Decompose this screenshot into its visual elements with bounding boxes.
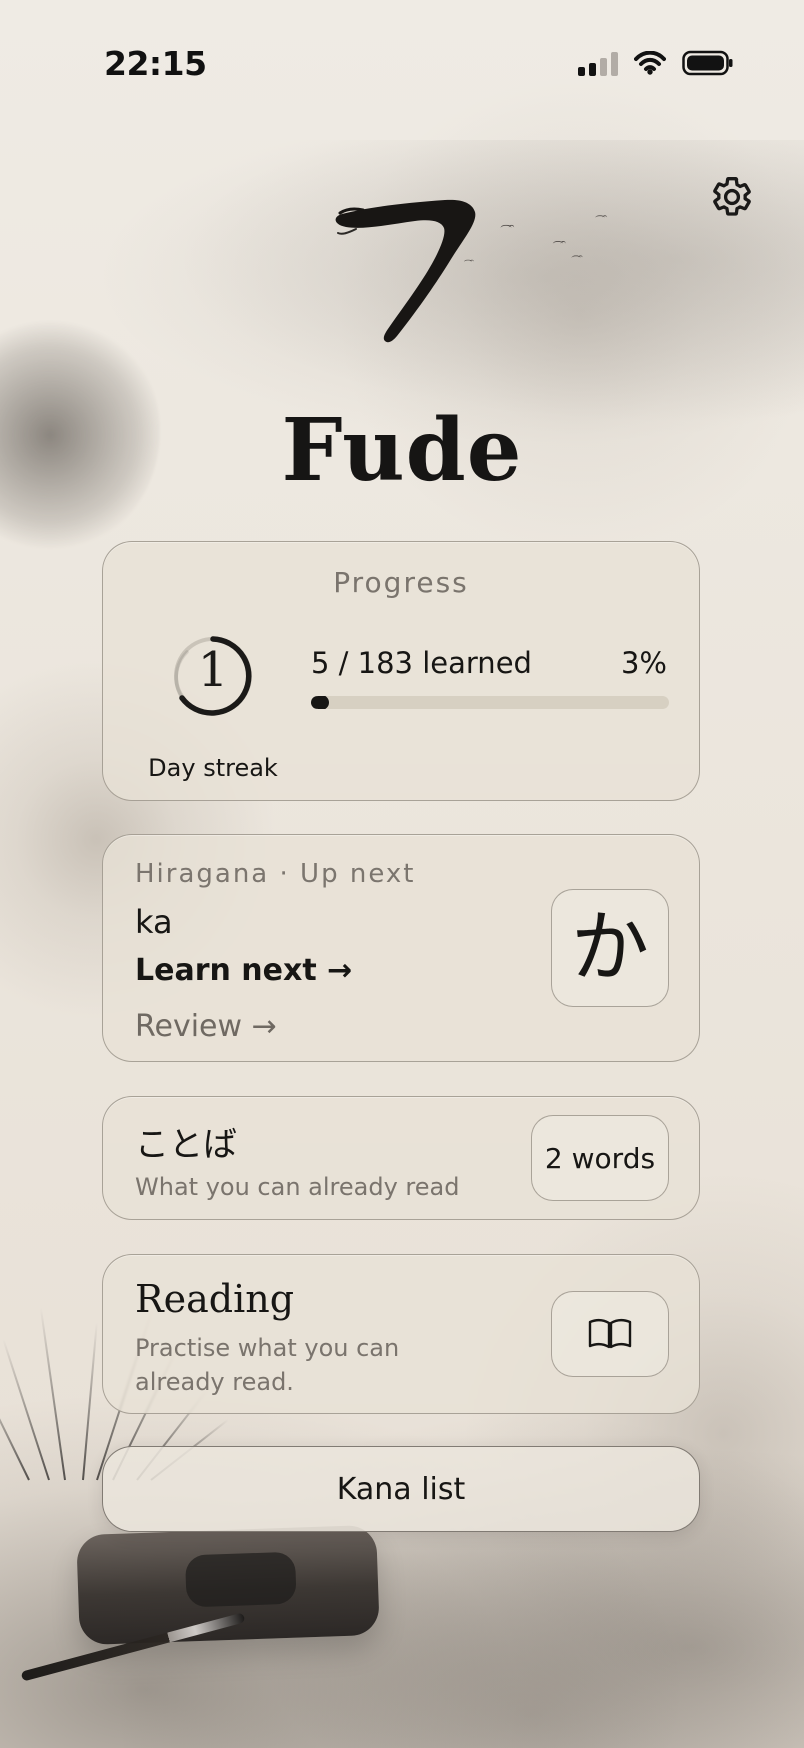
home-screen: 22:15 Fude Progress 1 Day streak 5 / 183… — [0, 0, 804, 1748]
brush-decoration — [20, 1612, 246, 1682]
bird-icon — [571, 255, 581, 260]
up-next-romaji: ka — [135, 903, 173, 941]
learned-count: 5 / 183 learned — [311, 646, 532, 680]
words-count-badge[interactable]: 2 words — [531, 1115, 669, 1201]
bird-icon — [500, 224, 512, 232]
learned-percent: 3% — [620, 646, 667, 680]
cellular-signal-icon — [578, 50, 618, 76]
bird-icon — [595, 215, 605, 221]
app-title: Fude — [281, 400, 523, 501]
learn-next-link[interactable]: Learn next → — [135, 953, 352, 988]
review-link[interactable]: Review → — [135, 1009, 277, 1044]
progress-card: Progress 1 Day streak 5 / 183 learned 3% — [102, 541, 700, 801]
streak-label: Day streak — [148, 754, 278, 782]
reading-card[interactable]: Reading Practise what you can already re… — [102, 1254, 700, 1414]
reading-subtitle: Practise what you can already read. — [135, 1334, 400, 1396]
up-next-character: か — [570, 903, 649, 993]
wifi-icon — [634, 51, 666, 75]
words-subtitle: What you can already read — [135, 1173, 460, 1201]
words-card[interactable]: ことば What you can already read 2 words — [102, 1096, 700, 1220]
inkstone-decoration — [76, 1524, 380, 1646]
battery-icon — [682, 50, 734, 76]
up-next-card[interactable]: Hiragana · Up next ka Learn next → Revie… — [102, 834, 700, 1062]
reading-book-button[interactable] — [551, 1291, 669, 1377]
settings-button[interactable] — [706, 171, 758, 223]
up-next-character-box[interactable]: か — [551, 889, 669, 1007]
progress-heading: Progress — [333, 566, 469, 599]
streak-number: 1 — [197, 642, 229, 698]
reading-title: Reading — [135, 1277, 295, 1321]
words-title: ことば — [135, 1125, 237, 1165]
status-time: 22:15 — [104, 44, 207, 83]
kana-list-button[interactable]: Kana list — [102, 1446, 700, 1532]
gear-icon — [713, 177, 751, 216]
status-icons — [578, 50, 734, 76]
open-book-icon — [588, 1319, 632, 1349]
brush-stroke-logo-icon — [330, 188, 482, 348]
bird-icon — [552, 240, 564, 247]
progress-indicator-dot — [313, 696, 329, 709]
up-next-label: Hiragana · Up next — [135, 859, 416, 889]
status-bar: 22:15 — [0, 0, 804, 120]
progress-bar — [311, 696, 669, 709]
